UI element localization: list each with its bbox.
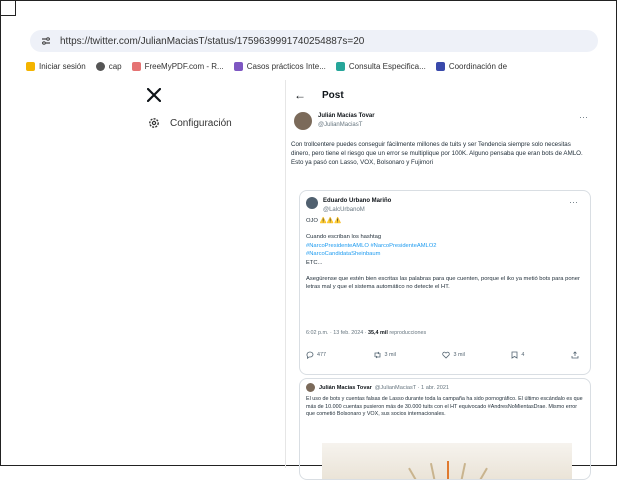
- author-handle[interactable]: @JulianMaciasT · 1 abr. 2021: [375, 385, 449, 391]
- back-arrow-icon[interactable]: ←: [294, 88, 306, 102]
- repost-icon: [374, 351, 380, 359]
- card-text: El uso de bots y cuentas falsas de Lasso…: [306, 396, 583, 418]
- bookmark-iniciar-sesion[interactable]: Iniciar sesión: [26, 61, 86, 71]
- share-button[interactable]: [571, 351, 582, 359]
- bookmark-icon: [512, 351, 518, 359]
- quote-author: Eduardo Urbano Mariño @LalcUrbanoM ···: [306, 197, 584, 215]
- post-header: ← Post: [294, 88, 344, 102]
- bookmark-coordinacion[interactable]: Coordinación de: [435, 61, 507, 71]
- heart-icon: [442, 351, 451, 359]
- bookmark-count: 4: [521, 352, 525, 358]
- more-options-icon[interactable]: ···: [569, 197, 578, 207]
- view-count: 35,4 mil: [368, 330, 388, 336]
- pdf-icon: [131, 61, 141, 71]
- hashtag-link[interactable]: #NarcoPresidenteAMLO #NarcoPresidenteAML…: [306, 242, 581, 250]
- quoted-post[interactable]: Eduardo Urbano Mariño @LalcUrbanoM ··· O…: [299, 190, 591, 375]
- more-options-icon[interactable]: ···: [579, 112, 588, 122]
- author-name[interactable]: Julián Macías Tovar: [319, 385, 372, 391]
- post-text: Con trollcentere puedes conseguir fácilm…: [291, 141, 583, 166]
- sidebar-item-configuracion[interactable]: Configuración: [148, 117, 232, 129]
- bookmark-icon: [335, 61, 345, 71]
- avatar[interactable]: [306, 383, 315, 392]
- bookmark-casos-practicos[interactable]: Casos prácticos Inte...: [233, 61, 326, 71]
- action-bar: 477 3 mil 3 mil 4: [306, 351, 582, 359]
- hashtag-link[interactable]: #NarcoCandidataSheinbaum: [306, 250, 581, 258]
- author-handle[interactable]: @JulianMaciasT: [318, 121, 375, 130]
- address-bar[interactable]: https://twitter.com/JulianMaciasT/status…: [30, 30, 598, 52]
- quote-line: OJO ⚠️⚠️⚠️: [306, 218, 342, 224]
- bookmark-freemypdf[interactable]: FreeMyPDF.com - R...: [131, 61, 224, 71]
- gear-icon: [149, 118, 159, 128]
- url-text[interactable]: https://twitter.com/JulianMaciasT/status…: [60, 36, 364, 47]
- sidebar-item-label: Configuración: [170, 117, 232, 129]
- author-name[interactable]: Eduardo Urbano Mariño: [323, 197, 391, 206]
- site-settings-icon[interactable]: [40, 35, 52, 47]
- page-title: Post: [322, 89, 344, 101]
- card-author: Julián Macías Tovar @JulianMaciasT · 1 a…: [306, 383, 449, 392]
- quote-warning: Asegúrense que estén bien escritas las p…: [306, 276, 580, 291]
- timestamp[interactable]: 6:02 p.m. · 13 feb. 2024 ·: [306, 330, 367, 336]
- reply-icon: [306, 351, 314, 359]
- bookmark-cap[interactable]: cap: [95, 61, 122, 71]
- like-button[interactable]: 3 mil: [442, 351, 465, 359]
- bookmark-button[interactable]: 4: [511, 351, 524, 359]
- post-author: Julián Macías Tovar @JulianMaciasT ···: [294, 112, 594, 130]
- bookmark-icon: [435, 61, 445, 71]
- repost-button[interactable]: 3 mil: [373, 351, 396, 359]
- x-logo-icon[interactable]: [147, 88, 161, 102]
- quote-text: OJO ⚠️⚠️⚠️ Cuando escriban los hashtag #…: [306, 217, 581, 292]
- repost-count: 3 mil: [384, 352, 396, 358]
- avatar[interactable]: [294, 112, 312, 130]
- like-count: 3 mil: [453, 352, 465, 358]
- avatar[interactable]: [306, 197, 318, 209]
- bookmark-consulta[interactable]: Consulta Especifica...: [335, 61, 426, 71]
- globe-icon: [95, 61, 105, 71]
- quote-line: ETC...: [306, 259, 323, 266]
- post-meta: 6:02 p.m. · 13 feb. 2024 · 35,4 mil repr…: [306, 330, 426, 336]
- corner-marker: [0, 0, 16, 16]
- reply-count: 477: [317, 352, 326, 358]
- document-icon: [26, 61, 35, 71]
- reply-button[interactable]: 477: [306, 351, 326, 359]
- card-image[interactable]: [322, 443, 572, 479]
- view-label: reproducciones: [389, 330, 427, 336]
- author-handle[interactable]: @LalcUrbanoM: [323, 206, 391, 215]
- author-name[interactable]: Julián Macías Tovar: [318, 112, 375, 121]
- share-icon: [571, 351, 579, 359]
- embedded-post[interactable]: Julián Macías Tovar @JulianMaciasT · 1 a…: [299, 378, 591, 480]
- bookmarks-bar: Iniciar sesión cap FreeMyPDF.com - R... …: [26, 58, 619, 74]
- bookmark-icon: [233, 61, 243, 71]
- quote-line: Cuando escriban los hashtag: [306, 234, 382, 241]
- main-column: ← Post Julián Macías Tovar @JulianMacias…: [285, 80, 599, 480]
